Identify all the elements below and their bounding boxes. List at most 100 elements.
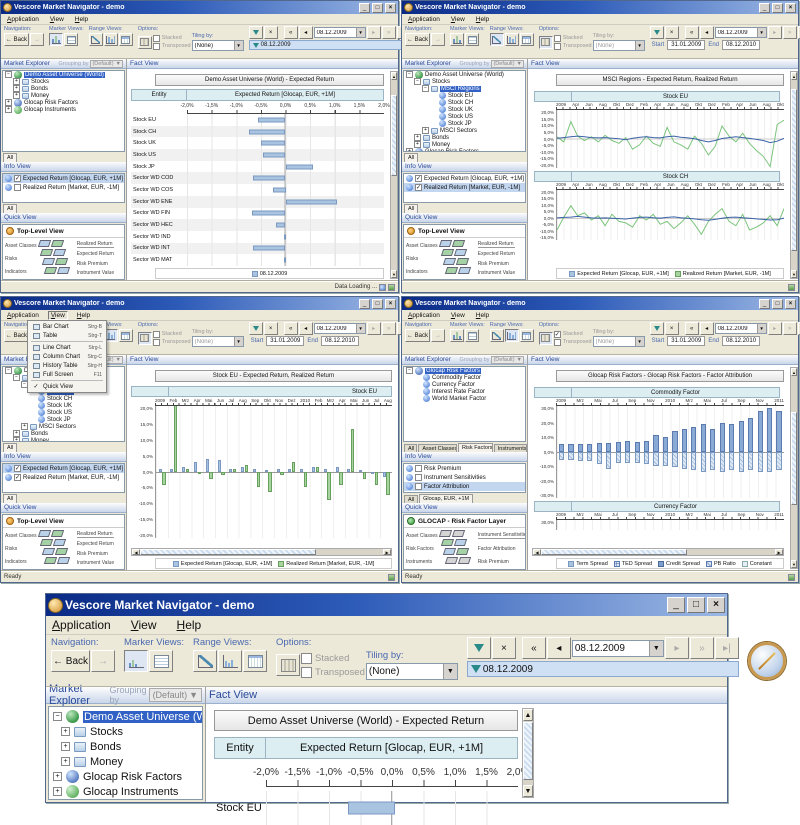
tab-all[interactable]: All xyxy=(3,204,17,213)
scroll-up-arrow[interactable]: ▲ xyxy=(523,709,533,721)
marker-view-chart-button[interactable] xyxy=(450,329,464,342)
scroll-thumb[interactable] xyxy=(791,412,797,505)
filter-button[interactable] xyxy=(249,322,263,335)
horizontal-scrollbar[interactable]: ◀▶ xyxy=(131,548,392,556)
tree-item[interactable]: +Money xyxy=(404,141,525,148)
tree-expand-toggle[interactable]: + xyxy=(422,127,429,134)
date-dropdown[interactable]: 08.12.2009▼ xyxy=(715,323,767,334)
end-date-field[interactable]: 08.12.2010 xyxy=(722,336,760,346)
range-view-line-button[interactable] xyxy=(193,650,217,672)
table-row[interactable]: Stock UK xyxy=(131,137,384,149)
clear-filter-button[interactable]: × xyxy=(492,637,516,659)
table-row[interactable]: Sector WD FIN xyxy=(131,208,384,220)
measure-column-header[interactable]: Expected Return [Glocap, EUR, +1M] xyxy=(266,737,518,759)
tree-expand-toggle[interactable]: − xyxy=(53,712,62,721)
table-row[interactable]: Sector WD COS xyxy=(131,184,384,196)
tree-item[interactable]: Stock UK xyxy=(3,402,124,409)
close-button[interactable]: × xyxy=(785,299,796,309)
first-date-button[interactable]: « xyxy=(284,322,298,335)
tab-all[interactable]: All xyxy=(404,204,418,213)
tree-expand-toggle[interactable]: − xyxy=(5,367,12,374)
start-date-field[interactable]: 31.01.2009 xyxy=(667,336,705,346)
tree-item[interactable]: Currency Factor xyxy=(404,381,525,388)
back-button[interactable]: ← Back xyxy=(405,33,430,46)
tree-expand-toggle[interactable]: + xyxy=(13,78,20,85)
tree-item[interactable]: +Glocap Risk Factors xyxy=(404,148,525,152)
minimize-button[interactable]: _ xyxy=(359,3,370,13)
info-checkbox[interactable]: ✓ xyxy=(415,184,422,191)
tree-item[interactable]: +Bonds xyxy=(3,85,124,92)
grouping-dropdown[interactable]: (Default)▼ xyxy=(90,60,123,68)
options-button[interactable] xyxy=(539,332,553,345)
tree-item[interactable]: −Demo Asset Universe (World) xyxy=(3,71,124,78)
back-button[interactable]: ← Back xyxy=(4,33,29,46)
menu-item-history-table[interactable]: History TableStrg-H xyxy=(29,361,105,370)
info-view-item[interactable]: ✓Realized Return [Market, EUR, -1M] xyxy=(404,183,525,192)
table-row[interactable]: Stock EU xyxy=(214,791,518,825)
marker-view-chart-button[interactable] xyxy=(49,33,63,46)
filter-button[interactable] xyxy=(650,322,664,335)
transposed-checkbox[interactable] xyxy=(554,43,561,50)
horizontal-scrollbar[interactable]: ◀▶ xyxy=(532,548,784,556)
tab-all[interactable]: All xyxy=(3,494,17,503)
info-checkbox[interactable] xyxy=(415,474,422,481)
tree-expand-toggle[interactable]: + xyxy=(53,772,62,781)
tree-expand-toggle[interactable]: + xyxy=(13,430,20,437)
tree-expand-toggle[interactable]: − xyxy=(406,367,413,374)
tree-item[interactable]: Stock JP xyxy=(404,120,525,127)
tab-all[interactable]: All xyxy=(404,444,417,452)
tree-item[interactable]: +Glocap Risk Factors xyxy=(3,99,124,106)
forward-button[interactable]: → xyxy=(91,650,115,672)
tab-risk-factors[interactable]: Risk Factors xyxy=(458,443,493,452)
last-date-button[interactable]: ▸| xyxy=(715,637,739,659)
date-dropdown[interactable]: 08.12.2009▼ xyxy=(715,27,767,38)
scroll-right-arrow[interactable]: ▶ xyxy=(383,549,391,555)
info-checkbox[interactable]: ✓ xyxy=(14,175,21,182)
tree-item[interactable]: Stock EU xyxy=(404,92,525,99)
tree-expand-toggle[interactable]: + xyxy=(5,106,12,113)
filter-button[interactable] xyxy=(650,26,664,39)
entity-column-header[interactable]: Entity xyxy=(131,89,187,101)
tree-item[interactable]: −MSCI Regions xyxy=(404,85,525,92)
date-dropdown[interactable]: 08.12.2009▼ xyxy=(314,323,366,334)
scroll-thumb[interactable] xyxy=(523,722,533,780)
tree-expand-toggle[interactable]: − xyxy=(406,71,413,78)
transposed-checkbox[interactable] xyxy=(301,667,312,678)
tree-item[interactable]: Stock UK xyxy=(404,106,525,113)
scroll-left-arrow[interactable]: ◀ xyxy=(132,549,140,555)
maximize-button[interactable]: □ xyxy=(687,597,705,613)
tree-item[interactable]: Commodity Factor xyxy=(404,374,525,381)
vertical-scrollbar[interactable]: ▲▼ xyxy=(790,367,798,569)
filter-button[interactable] xyxy=(249,26,263,39)
menu-view[interactable]: View xyxy=(129,618,159,632)
close-button[interactable]: × xyxy=(707,597,725,613)
maximize-button[interactable]: □ xyxy=(772,3,783,13)
tree-expand-toggle[interactable]: + xyxy=(61,727,70,736)
tree-item[interactable]: −Demo Asset Universe (World) xyxy=(404,71,525,78)
options-button[interactable] xyxy=(276,654,300,676)
tree-item[interactable]: +Stocks xyxy=(3,78,124,85)
options-button[interactable] xyxy=(138,36,152,49)
table-row[interactable]: Sector WD INT xyxy=(131,243,384,255)
forward-button[interactable]: → xyxy=(30,33,44,46)
grouping-dropdown[interactable]: (Default)▼ xyxy=(491,60,524,68)
prev-date-button[interactable]: ◂ xyxy=(547,637,571,659)
tree-item[interactable]: World Market Factor xyxy=(404,395,525,402)
tab-instruments[interactable]: Instruments xyxy=(494,444,527,452)
tree-expand-toggle[interactable]: + xyxy=(13,92,20,99)
back-button[interactable]: ← Back xyxy=(4,329,29,342)
titlebar[interactable]: Vescore Market Navigator - demo _ □ × xyxy=(46,594,727,616)
info-checkbox[interactable]: ✓ xyxy=(14,474,21,481)
marker-view-table-button[interactable] xyxy=(64,33,78,46)
forward-date-button[interactable]: » xyxy=(783,322,797,335)
forward-date-button[interactable]: » xyxy=(382,26,396,39)
stacked-checkbox[interactable]: ✓ xyxy=(554,331,561,338)
tree-expand-toggle[interactable]: + xyxy=(406,148,413,152)
scroll-down-arrow[interactable]: ▼ xyxy=(791,270,797,278)
tree-expand-toggle[interactable]: + xyxy=(13,85,20,92)
tiling-dropdown[interactable]: (None)▼ xyxy=(192,336,244,347)
tree-expand-toggle[interactable]: + xyxy=(61,757,70,766)
range-view-line-button[interactable] xyxy=(89,33,103,46)
tree-item[interactable]: Interest Rate Factor xyxy=(404,388,525,395)
forward-button[interactable]: → xyxy=(431,33,445,46)
